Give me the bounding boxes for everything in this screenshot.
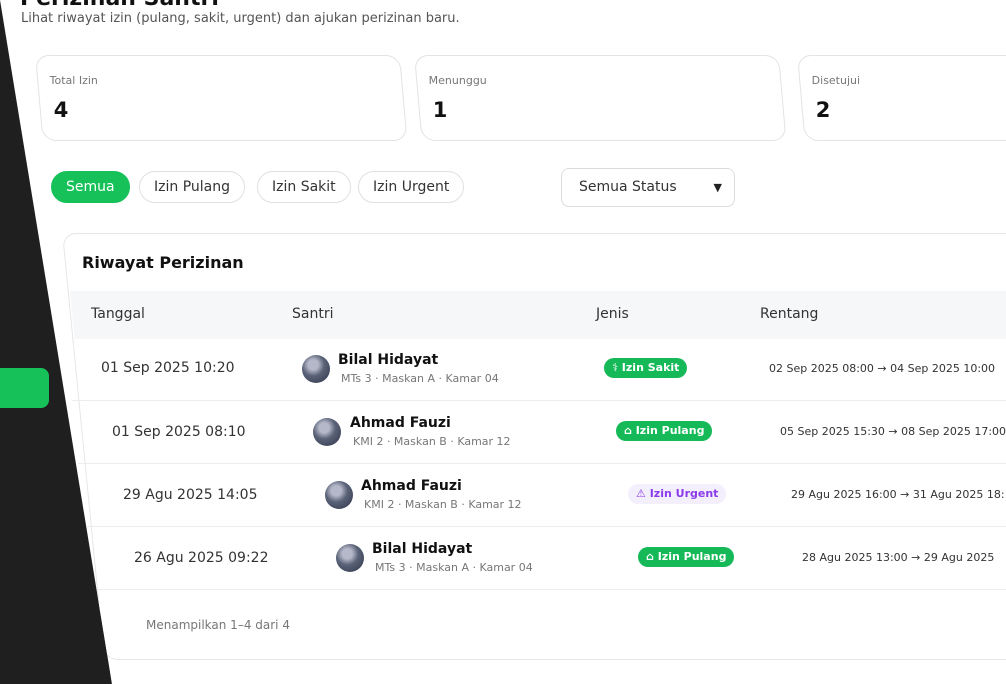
sidebar-active-item[interactable] [0, 368, 49, 408]
avatar [336, 544, 364, 572]
column-header-jenis: Jenis [596, 306, 629, 322]
row-date: 26 Agu 2025 09:22 [134, 550, 269, 566]
filter-chip-urgent[interactable]: Izin Urgent [358, 171, 465, 203]
row-santri-name[interactable]: Bilal Hidayat [372, 541, 472, 557]
row-date: 01 Sep 2025 10:20 [101, 360, 235, 376]
row-santri-meta: MTs 3 · Maskan A · Kamar 04 [375, 561, 533, 574]
stat-value: 2 [815, 98, 831, 122]
type-badge-label: Izin Sakit [621, 361, 680, 374]
stat-value: 4 [53, 98, 69, 122]
row-range: 05 Sep 2025 15:30 → 08 Sep 2025 17:00 [780, 425, 1006, 438]
status-select-value: Semua Status [579, 179, 677, 195]
type-badge: ⚕ Izin Sakit [604, 358, 688, 378]
stat-label: Total Izin [49, 74, 98, 87]
warning-icon: ⚠ [636, 487, 646, 500]
stat-value: 1 [432, 98, 448, 122]
filter-chip-all[interactable]: Semua [51, 171, 130, 203]
type-badge: ⌂ Izin Pulang [616, 421, 713, 441]
stat-card-total: Total Izin 4 [35, 55, 408, 141]
card-title: Riwayat Perizinan [82, 253, 244, 272]
row-date: 01 Sep 2025 08:10 [112, 424, 246, 440]
row-range: 28 Agu 2025 13:00 → 29 Agu 2025 [802, 551, 995, 564]
filter-chip-pulang[interactable]: Izin Pulang [139, 171, 245, 203]
row-santri-name[interactable]: Ahmad Fauzi [350, 415, 451, 431]
page-subtitle: Lihat riwayat izin (pulang, sakit, urgen… [21, 11, 460, 26]
row-divider [78, 463, 1006, 464]
type-badge-label: Izin Pulang [657, 550, 727, 563]
row-range: 02 Sep 2025 08:00 → 04 Sep 2025 10:00 [769, 362, 996, 375]
table-header [70, 291, 1006, 339]
row-divider [90, 589, 1006, 590]
home-icon: ⌂ [624, 424, 632, 437]
main-panel: Perizinan Santri Lihat riwayat izin (pul… [0, 0, 1006, 684]
status-select[interactable]: Semua Status ▼ [561, 168, 735, 207]
row-santri-name[interactable]: Ahmad Fauzi [361, 478, 462, 494]
stat-card-pending: Menunggu 1 [414, 55, 787, 141]
row-santri-name[interactable]: Bilal Hidayat [338, 352, 438, 368]
avatar [325, 481, 353, 509]
row-divider [72, 400, 1006, 401]
row-santri-meta: KMI 2 · Maskan B · Kamar 12 [364, 498, 522, 511]
row-divider [84, 526, 1006, 527]
type-badge: ⚠ Izin Urgent [628, 484, 727, 504]
stat-card-approved: Disetujui 2 [797, 55, 1006, 141]
row-date: 29 Agu 2025 14:05 [123, 487, 258, 503]
stethoscope-icon: ⚕ [612, 361, 618, 374]
page-title: Perizinan Santri [20, 0, 219, 11]
chevron-down-icon: ▼ [713, 181, 722, 194]
row-range: 29 Agu 2025 16:00 → 31 Agu 2025 18: [791, 488, 1005, 501]
type-badge-label: Izin Pulang [635, 424, 705, 437]
column-header-tanggal: Tanggal [91, 306, 145, 322]
pagination-summary: Menampilkan 1–4 dari 4 [146, 618, 290, 632]
stat-label: Menunggu [428, 74, 487, 87]
avatar [302, 355, 330, 383]
type-badge-label: Izin Urgent [649, 487, 719, 500]
stat-label: Disetujui [811, 74, 861, 87]
row-santri-meta: KMI 2 · Maskan B · Kamar 12 [353, 435, 511, 448]
column-header-rentang: Rentang [760, 306, 819, 322]
avatar [313, 418, 341, 446]
type-badge: ⌂ Izin Pulang [638, 547, 735, 567]
filter-chip-sakit[interactable]: Izin Sakit [257, 171, 351, 203]
column-header-santri: Santri [292, 306, 334, 322]
home-icon: ⌂ [646, 550, 654, 563]
row-santri-meta: MTs 3 · Maskan A · Kamar 04 [341, 372, 499, 385]
